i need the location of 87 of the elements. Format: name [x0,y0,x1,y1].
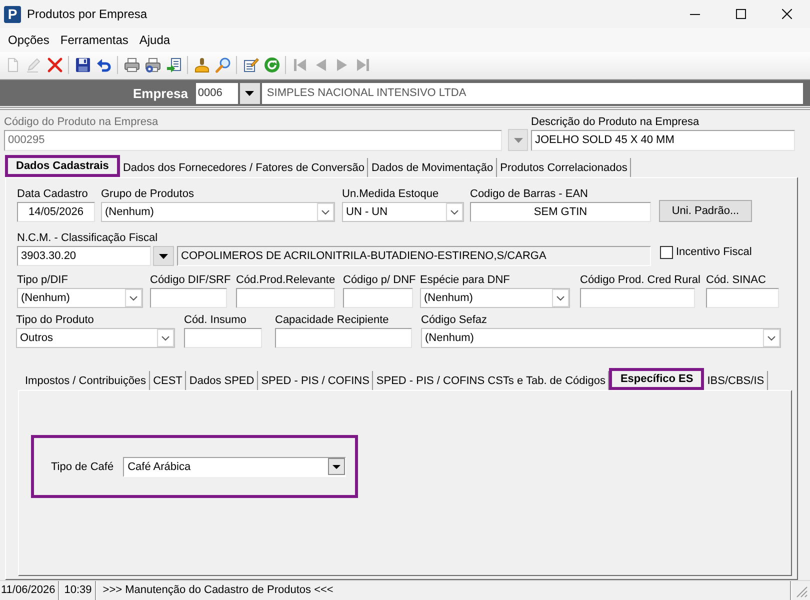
printer-icon[interactable] [124,57,140,73]
cross-icon[interactable] [47,57,63,73]
status-date: 11/06/2026 [0,581,60,600]
field-label: N.C.M. - Classificação Fiscal [17,232,158,245]
chevron-down-icon [552,289,569,307]
dropdown-field[interactable]: Café Arábica [122,456,346,476]
tab[interactable]: Dados de Movimentação [368,158,498,177]
dropdown-field[interactable]: Outros [16,328,175,348]
field-label: Grupo de Produtos [101,188,194,201]
field-label: Código Sefaz [421,314,488,327]
field-label: Cód. SINAC [706,274,766,287]
checkbox[interactable] [660,246,673,259]
field-label: Código DIF/SRF [150,274,231,287]
text-field[interactable]: 3903.30.20 [17,246,151,266]
undo-arrow-icon[interactable] [96,57,112,73]
caret-down-icon [514,138,522,142]
field-label: Capacidade Recipiente [275,314,389,327]
text-field[interactable]: 14/05/2026 [17,202,95,222]
resize-grip-icon[interactable] [796,586,808,598]
chevron-down-icon [763,329,780,347]
dropdown-button[interactable] [153,246,174,266]
field-label: Tipo do Produto [16,314,94,327]
tab[interactable]: SPED - PIS / COFINS CSTs e Tab. de Códigos [373,371,610,390]
field-label: Descrição do Produto na Empresa [531,116,700,129]
text-field[interactable] [275,328,412,348]
notepad-pencil-icon[interactable] [243,57,259,73]
text-field[interactable] [236,288,335,308]
app-logo: P [4,6,21,22]
tab[interactable]: Dados Cadastrais [5,155,120,177]
field-label: Un.Medida Estoque [342,188,439,201]
tab[interactable]: SPED - PIS / COFINS [258,371,374,390]
field-label: Código p/ DNF [343,274,416,287]
stamp-icon[interactable] [194,57,210,73]
dropdown-field[interactable]: (Nenhum) [17,288,143,308]
tab[interactable]: Dados dos Fornecedores / Fatores de Conversão [120,158,368,177]
tab[interactable]: IBS/CBS/IS [704,371,768,390]
readonly-text-field[interactable]: COPOLIMEROS DE ACRILONITRILA-BUTADIENO-ESTIRENO,S/CARGA [177,246,651,266]
document-arrow-icon[interactable] [166,57,182,73]
caret-down-icon [328,458,345,475]
caret-down-icon [245,90,254,96]
field-label: Data Cadastro [17,188,88,201]
chevron-down-icon [317,203,334,221]
chevron-down-icon [157,329,174,347]
tab[interactable]: Produtos Correlacionados [497,158,632,177]
search-icon[interactable] [215,57,231,73]
checkbox-label[interactable]: Incentivo Fiscal [676,246,752,259]
caret-down-icon [159,254,168,258]
dropdown-field[interactable]: UN - UN [342,202,464,222]
dropdown-button[interactable] [240,82,260,104]
tab[interactable]: Dados SPED [186,371,258,390]
menu-item[interactable]: Ferramentas [56,31,132,49]
maximize-icon[interactable] [736,9,746,19]
text-field[interactable] [184,328,262,348]
menu-item[interactable]: Ajuda [135,31,174,49]
text-field[interactable]: JOELHO SOLD 45 X 40 MM [531,130,795,151]
field-label: Cód. Insumo [184,314,246,327]
tab[interactable]: Específico ES [609,368,704,390]
action-button[interactable]: Uni. Padrão... [659,200,752,222]
dropdown-field[interactable]: (Nenhum) [421,328,781,348]
status-time: 10:39 [62,581,96,600]
field-label: Codigo de Barras - EAN [470,188,588,201]
company-name-field[interactable]: SIMPLES NACIONAL INTENSIVO LTDA [262,82,803,104]
chevron-down-icon [125,289,142,307]
field-label: Espécie para DNF [420,274,510,287]
dropdown-field[interactable]: (Nenhum) [420,288,570,308]
tab[interactable]: CEST [150,371,186,390]
tab[interactable]: Impostos / Contribuições [22,371,150,390]
field-label: Tipo p/DIF [17,274,68,287]
field-label: Cód.Prod.Relevante [236,274,336,287]
menu-item[interactable]: Opções [4,31,54,49]
chevron-down-icon [446,203,463,221]
text-field[interactable] [580,288,695,308]
text-field[interactable]: SEM GTIN [470,202,651,222]
company-label: Empresa [133,86,188,100]
field-label: Código do Produto na Empresa [4,116,158,129]
refresh-icon[interactable] [264,57,280,73]
company-code-field[interactable]: 0006 [196,82,238,104]
close-icon[interactable] [782,9,792,19]
window-title: Produtos por Empresa [27,7,148,21]
text-field[interactable] [150,288,227,308]
field-label: Código Prod. Cred Rural [580,274,700,287]
text-field[interactable] [706,288,779,308]
dropdown-field[interactable]: (Nenhum) [101,202,335,222]
field-label: Tipo de Café [51,460,114,472]
status-message: >>> Manutenção do Cadastro de Produtos <<< [98,581,791,600]
text-field[interactable] [343,288,413,308]
printer-gear-icon[interactable] [145,57,161,73]
